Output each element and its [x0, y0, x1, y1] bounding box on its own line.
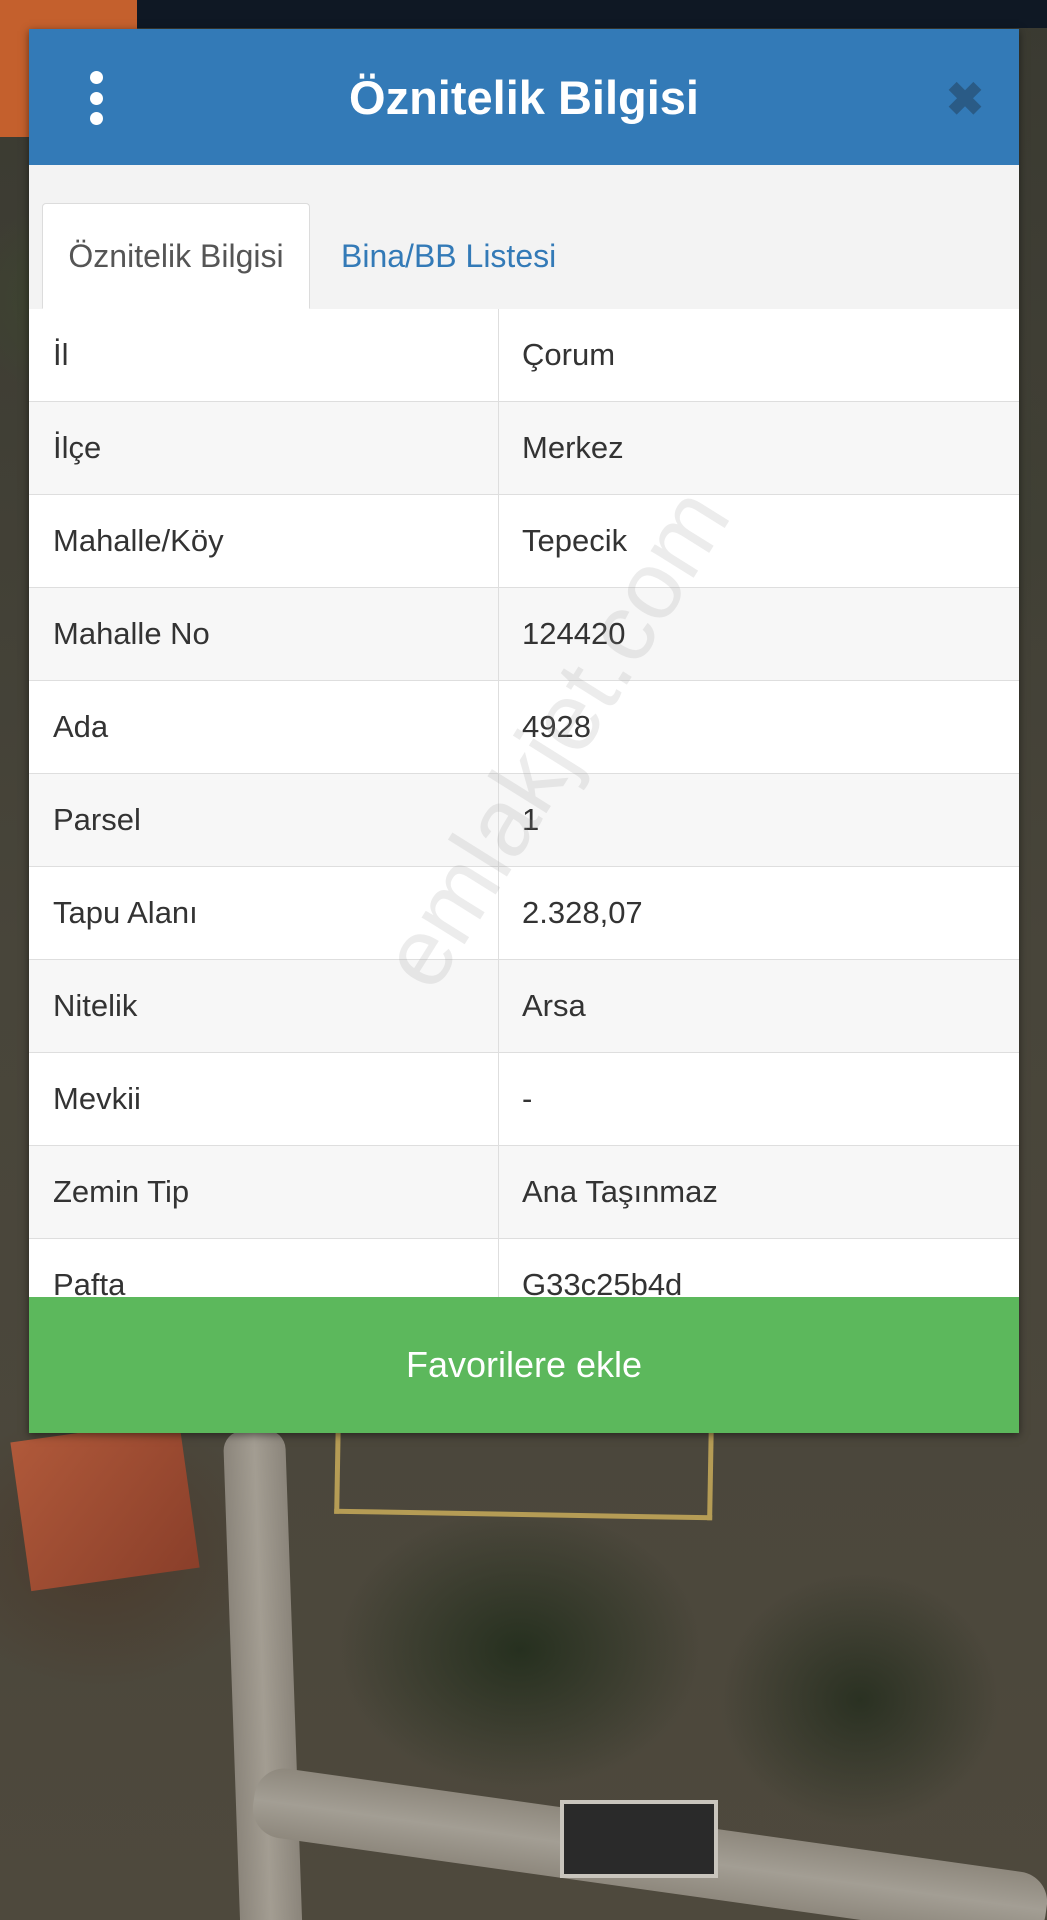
attribute-value: 2.328,07 — [522, 895, 643, 930]
attribute-value: Tepecik — [522, 523, 628, 558]
attribute-table: İl Çorum İlçe Merkez Mahalle/Köy Tepecik… — [29, 309, 1019, 1332]
attribute-key: İl — [29, 309, 499, 401]
close-icon[interactable]: ✖ — [945, 76, 985, 122]
attribute-value: - — [522, 1081, 533, 1116]
attribute-key: Nitelik — [29, 960, 499, 1052]
attribute-value: Ana Taşınmaz — [522, 1174, 718, 1209]
attribute-key: Mevkii — [29, 1053, 499, 1145]
attribute-key: Mahalle No — [29, 588, 499, 680]
table-row: İl Çorum — [29, 309, 1019, 402]
attribute-key: İlçe — [29, 402, 499, 494]
attribute-value: 1 — [522, 802, 540, 837]
attribute-info-dialog: Öznitelik Bilgisi ✖ Öznitelik Bilgisi Bi… — [29, 29, 1019, 1433]
attribute-value: 124420 — [522, 616, 626, 651]
dialog-header: Öznitelik Bilgisi ✖ — [29, 29, 1019, 165]
table-row: Mevkii - — [29, 1053, 1019, 1146]
attribute-key: Parsel — [29, 774, 499, 866]
map-top-bar — [0, 0, 1047, 28]
attribute-value: Çorum — [522, 337, 616, 372]
vertical-dots-icon[interactable] — [81, 71, 111, 125]
map-building — [560, 1800, 718, 1878]
table-row: Zemin Tip Ana Taşınmaz — [29, 1146, 1019, 1239]
tab-bar: Öznitelik Bilgisi Bina/BB Listesi — [29, 165, 1019, 310]
table-row: Tapu Alanı 2.328,07 — [29, 867, 1019, 960]
table-row: Mahalle No 124420 — [29, 588, 1019, 681]
table-row: Mahalle/Köy Tepecik — [29, 495, 1019, 588]
attribute-value: Arsa — [522, 988, 586, 1023]
attribute-value: Merkez — [522, 430, 624, 465]
tab-building-list[interactable]: Bina/BB Listesi — [329, 203, 629, 309]
attribute-key: Tapu Alanı — [29, 867, 499, 959]
tab-attribute-info[interactable]: Öznitelik Bilgisi — [42, 203, 310, 309]
attribute-key: Zemin Tip — [29, 1146, 499, 1238]
attribute-value: 4928 — [522, 709, 591, 744]
attribute-key: Ada — [29, 681, 499, 773]
table-row: Nitelik Arsa — [29, 960, 1019, 1053]
map-road — [222, 1429, 304, 1920]
dialog-title: Öznitelik Bilgisi — [349, 70, 699, 124]
add-to-favorites-button[interactable]: Favorilere ekle — [29, 1297, 1019, 1433]
attribute-key: Mahalle/Köy — [29, 495, 499, 587]
table-row: İlçe Merkez — [29, 402, 1019, 495]
table-row: Parsel 1 — [29, 774, 1019, 867]
map-building-roof — [10, 1418, 200, 1592]
table-row: Ada 4928 — [29, 681, 1019, 774]
